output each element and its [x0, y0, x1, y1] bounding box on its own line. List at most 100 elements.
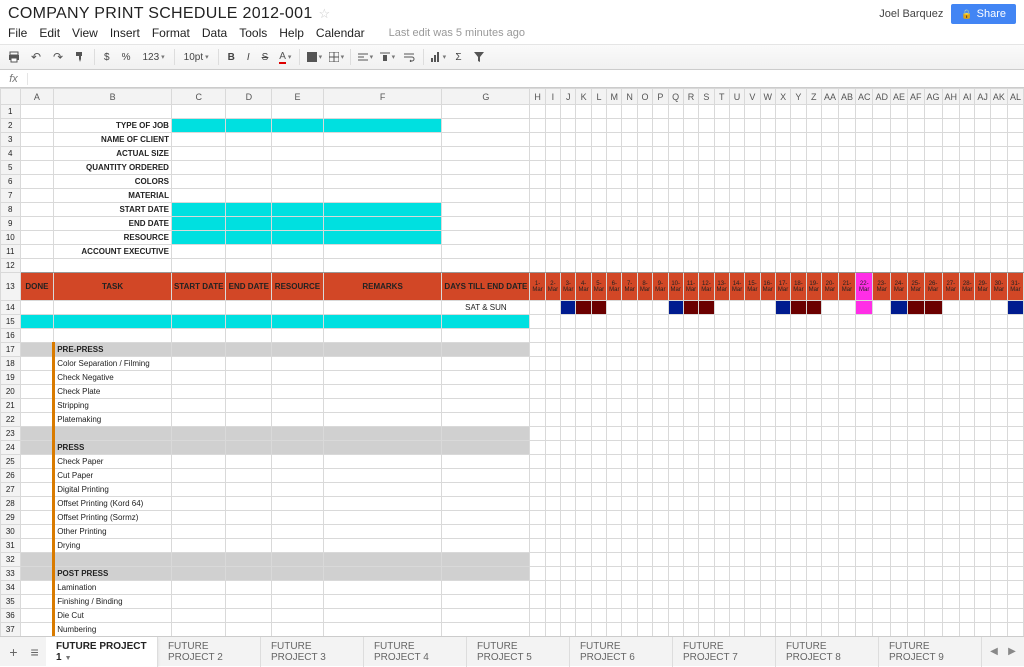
- cell[interactable]: [990, 133, 1007, 147]
- cell[interactable]: [975, 385, 991, 399]
- cell[interactable]: [760, 329, 775, 343]
- cell[interactable]: [171, 105, 225, 119]
- cell[interactable]: [668, 483, 683, 497]
- cell[interactable]: [775, 553, 790, 567]
- cell[interactable]: [775, 371, 790, 385]
- cell[interactable]: [873, 441, 891, 455]
- cell[interactable]: [442, 469, 530, 483]
- cell[interactable]: [745, 259, 760, 273]
- cell[interactable]: 14-Mar: [729, 273, 744, 301]
- cell[interactable]: [699, 315, 714, 329]
- cell[interactable]: [729, 203, 744, 217]
- cell[interactable]: [838, 189, 855, 203]
- cell[interactable]: [891, 567, 908, 581]
- cell[interactable]: [576, 399, 591, 413]
- cell[interactable]: [622, 161, 637, 175]
- cell[interactable]: [942, 301, 960, 315]
- cell[interactable]: 29-Mar: [975, 273, 991, 301]
- cell[interactable]: [607, 399, 622, 413]
- cell[interactable]: RESOURCE: [54, 231, 172, 245]
- cell[interactable]: [908, 203, 925, 217]
- cell[interactable]: [855, 147, 873, 161]
- cell[interactable]: [591, 497, 606, 511]
- cell[interactable]: [683, 133, 698, 147]
- cell[interactable]: [442, 511, 530, 525]
- cell[interactable]: [272, 315, 324, 329]
- cell[interactable]: [683, 497, 698, 511]
- cell[interactable]: [576, 371, 591, 385]
- cell[interactable]: [821, 595, 838, 609]
- cell[interactable]: [806, 539, 821, 553]
- cell[interactable]: [745, 343, 760, 357]
- cell[interactable]: [775, 217, 790, 231]
- cell[interactable]: [530, 133, 545, 147]
- cell[interactable]: [775, 343, 790, 357]
- cell[interactable]: [806, 133, 821, 147]
- cell[interactable]: [530, 427, 545, 441]
- cell[interactable]: [272, 385, 324, 399]
- cell[interactable]: [20, 413, 54, 427]
- cell[interactable]: [714, 357, 729, 371]
- cell[interactable]: [855, 133, 873, 147]
- cell[interactable]: [990, 147, 1007, 161]
- cell[interactable]: [924, 119, 942, 133]
- cell[interactable]: Digital Printing: [54, 483, 172, 497]
- cell[interactable]: [891, 245, 908, 259]
- cell[interactable]: [806, 245, 821, 259]
- cell[interactable]: [561, 581, 576, 595]
- cell[interactable]: [891, 511, 908, 525]
- cell[interactable]: [775, 623, 790, 637]
- cell[interactable]: [683, 469, 698, 483]
- cell[interactable]: [591, 301, 606, 315]
- cell[interactable]: [637, 581, 652, 595]
- cell[interactable]: [683, 301, 698, 315]
- cell[interactable]: [714, 385, 729, 399]
- cell[interactable]: [226, 595, 272, 609]
- cell[interactable]: [873, 231, 891, 245]
- cell[interactable]: [760, 553, 775, 567]
- cell[interactable]: [683, 483, 698, 497]
- cell[interactable]: [683, 539, 698, 553]
- cell[interactable]: [806, 497, 821, 511]
- cell[interactable]: [924, 399, 942, 413]
- cell[interactable]: [171, 189, 225, 203]
- cell[interactable]: [653, 399, 668, 413]
- cell[interactable]: [760, 217, 775, 231]
- cell[interactable]: [272, 497, 324, 511]
- cell[interactable]: [960, 469, 975, 483]
- cell[interactable]: [576, 231, 591, 245]
- cell[interactable]: [653, 371, 668, 385]
- cell[interactable]: [924, 217, 942, 231]
- cell[interactable]: [545, 497, 560, 511]
- cell[interactable]: [20, 203, 54, 217]
- cell[interactable]: [576, 595, 591, 609]
- cell[interactable]: [960, 203, 975, 217]
- cell[interactable]: [942, 623, 960, 637]
- cell[interactable]: [924, 567, 942, 581]
- cell[interactable]: [561, 539, 576, 553]
- cell[interactable]: [561, 609, 576, 623]
- cell[interactable]: [607, 581, 622, 595]
- cell[interactable]: [729, 539, 744, 553]
- cell[interactable]: [873, 371, 891, 385]
- cell[interactable]: [272, 371, 324, 385]
- row-header[interactable]: 36: [1, 609, 21, 623]
- cell[interactable]: [442, 455, 530, 469]
- cell[interactable]: [714, 133, 729, 147]
- cell[interactable]: [960, 329, 975, 343]
- cell[interactable]: [272, 343, 324, 357]
- cell[interactable]: SAT & SUN: [442, 301, 530, 315]
- cell[interactable]: [990, 105, 1007, 119]
- cell[interactable]: [942, 357, 960, 371]
- cell[interactable]: [699, 301, 714, 315]
- cell[interactable]: [873, 217, 891, 231]
- cell[interactable]: [561, 469, 576, 483]
- cell[interactable]: [942, 427, 960, 441]
- cell[interactable]: TASK: [54, 273, 172, 301]
- cell[interactable]: [924, 357, 942, 371]
- cell[interactable]: [775, 469, 790, 483]
- cell[interactable]: [714, 595, 729, 609]
- cell[interactable]: [775, 161, 790, 175]
- row-header[interactable]: 19: [1, 371, 21, 385]
- cell[interactable]: [1007, 119, 1023, 133]
